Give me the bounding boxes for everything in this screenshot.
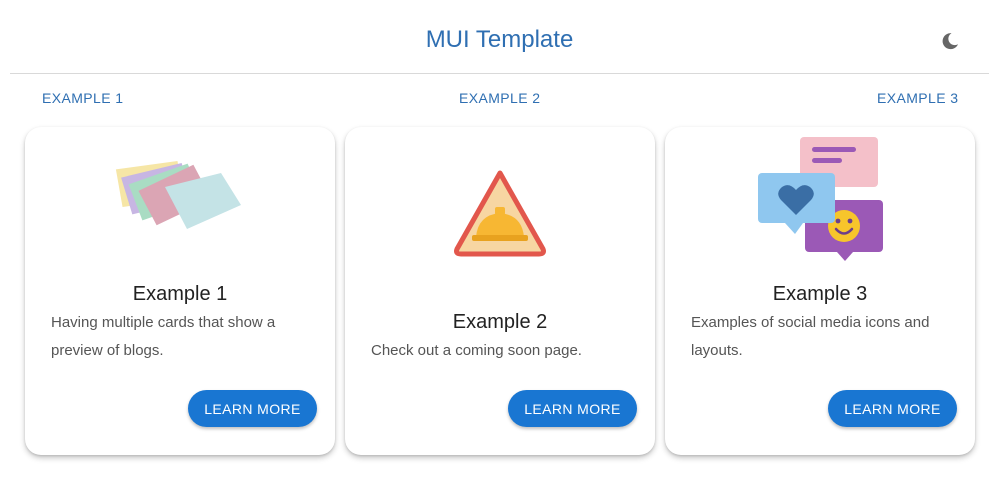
nav-link-example-1[interactable]: EXAMPLE 1: [42, 90, 123, 106]
learn-more-button[interactable]: LEARN MORE: [188, 390, 317, 427]
card-example-3: Example 3 Examples of social media icons…: [665, 127, 975, 455]
top-nav: EXAMPLE 1 EXAMPLE 2 EXAMPLE 3: [0, 88, 999, 108]
learn-more-button[interactable]: LEARN MORE: [508, 390, 637, 427]
app-header: MUI Template: [10, 0, 989, 74]
stacked-cards-illustration: [115, 161, 241, 229]
theme-toggle-button[interactable]: [939, 30, 961, 52]
nav-link-example-3[interactable]: EXAMPLE 3: [877, 90, 958, 106]
chat-bubbles-illustration: [758, 137, 883, 261]
card-description: Having multiple cards that show a previe…: [51, 314, 276, 359]
card-title: Example 1: [132, 283, 228, 305]
card-example-1: Example 1 Having multiple cards that sho…: [25, 127, 335, 455]
card-example-2: Example 2 Check out a coming soon page. …: [345, 127, 655, 455]
card-title: Example 3: [772, 283, 868, 305]
construction-warning-icon: [454, 170, 546, 257]
card-title: Example 2: [452, 311, 548, 333]
nav-link-example-2[interactable]: EXAMPLE 2: [459, 90, 540, 106]
moon-icon: [942, 33, 958, 50]
card-description: Examples of social media icons and layou…: [691, 314, 930, 359]
card-description: Check out a coming soon page.: [371, 342, 582, 359]
learn-more-button[interactable]: LEARN MORE: [828, 390, 957, 427]
page-title: MUI Template: [425, 26, 574, 53]
